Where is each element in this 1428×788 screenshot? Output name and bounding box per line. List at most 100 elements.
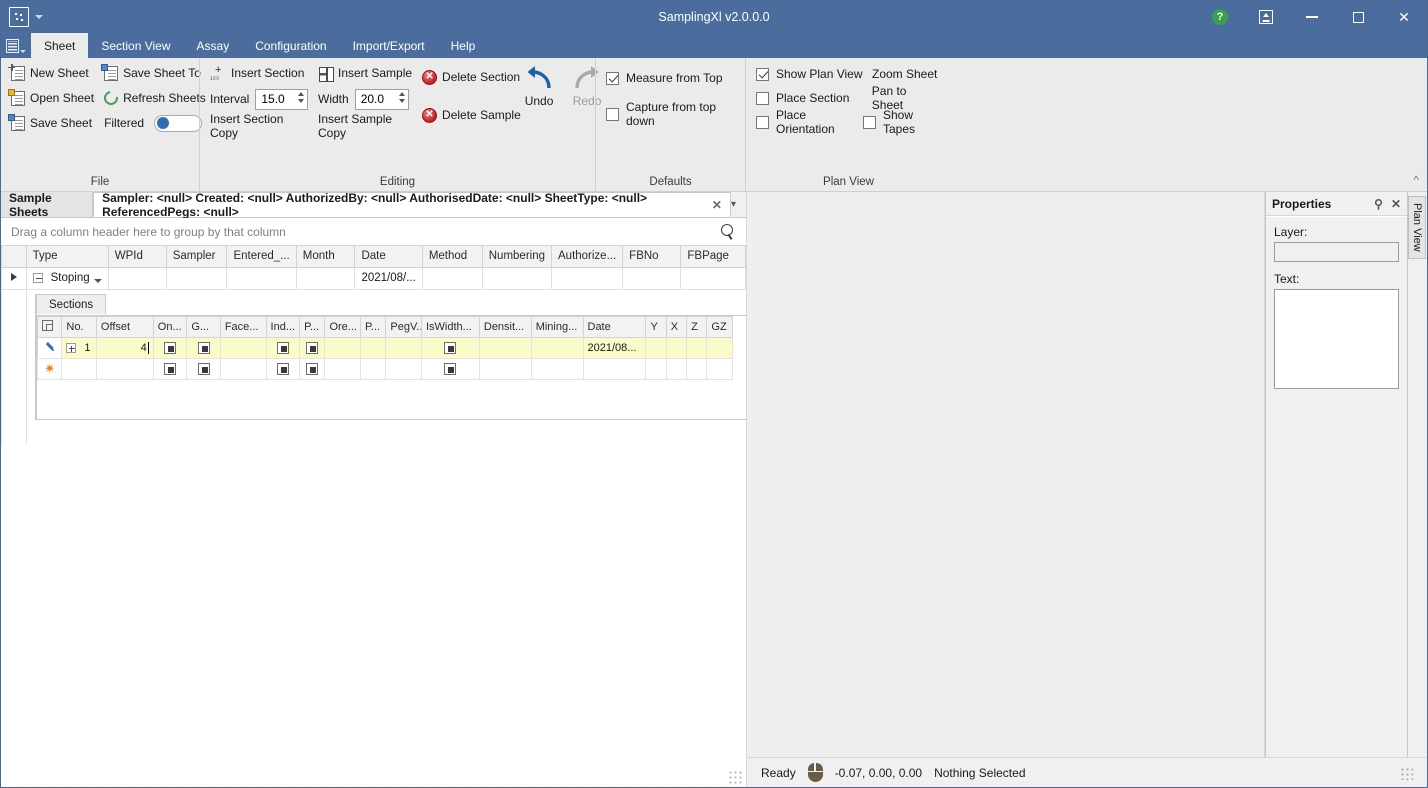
column-header-entered[interactable]: Entered_...	[227, 246, 296, 267]
cell-ind[interactable]	[266, 338, 300, 359]
cell-ind[interactable]	[266, 359, 300, 380]
group-by-bar[interactable]: Drag a column header here to group by th…	[1, 218, 746, 246]
cell-method[interactable]	[422, 267, 482, 289]
capture-from-top-down-row[interactable]: Capture from top down	[602, 102, 739, 126]
maximize-button[interactable]	[1335, 1, 1381, 33]
insert-section-copy-button[interactable]: Insert Section Copy	[206, 114, 312, 138]
cell-sampler[interactable]	[166, 267, 227, 289]
cell-authorize[interactable]	[552, 267, 623, 289]
cell-face[interactable]	[220, 338, 266, 359]
vertical-tab-plan-view[interactable]: Plan View	[1408, 196, 1426, 259]
cell-offset[interactable]: 4	[96, 338, 153, 359]
cell-numbering[interactable]	[482, 267, 551, 289]
cell-fbno[interactable]	[623, 267, 681, 289]
cell-p2[interactable]	[361, 359, 386, 380]
column-header-ore[interactable]: Ore...	[325, 317, 361, 338]
resize-grip[interactable]	[1399, 766, 1413, 780]
column-header-method[interactable]: Method	[422, 246, 482, 267]
checkbox-icon[interactable]	[306, 363, 318, 375]
checkbox-icon[interactable]	[164, 342, 176, 354]
cell-ore[interactable]	[325, 338, 361, 359]
cell-no[interactable]: 1	[62, 338, 97, 359]
cell-p2[interactable]	[361, 338, 386, 359]
doctab-sample-sheets[interactable]: Sample Sheets	[1, 192, 93, 217]
stepper-arrows-icon[interactable]	[399, 92, 405, 103]
column-header-pegv[interactable]: PegV...	[386, 317, 422, 338]
expand-row-icon[interactable]	[33, 273, 43, 283]
collapse-ribbon-button[interactable]: ^	[1413, 173, 1419, 187]
column-header-fbno[interactable]: FBNo	[623, 246, 681, 267]
cell-pegv[interactable]	[386, 338, 422, 359]
checkbox-icon[interactable]	[277, 342, 289, 354]
show-tapes-row[interactable]: Show Tapes	[859, 110, 945, 134]
checkbox-icon[interactable]	[444, 342, 456, 354]
cell-gz[interactable]	[707, 338, 733, 359]
checkbox-icon[interactable]	[164, 363, 176, 375]
quick-access-toolbar[interactable]	[1, 7, 43, 27]
insert-sample-copy-button[interactable]: Insert Sample Copy	[314, 114, 416, 138]
new-sheet-button[interactable]: New Sheet	[7, 62, 98, 84]
show-plan-view-row[interactable]: Show Plan View	[752, 62, 868, 86]
close-icon[interactable]: ✕	[712, 198, 722, 212]
cell-y[interactable]	[646, 359, 666, 380]
cell-density[interactable]	[479, 359, 531, 380]
sheet-icon[interactable]	[9, 7, 29, 27]
column-header-type[interactable]: Type	[26, 246, 108, 267]
minimize-button[interactable]	[1289, 1, 1335, 33]
column-header-ind[interactable]: Ind...	[266, 317, 300, 338]
interval-stepper[interactable]: 15.0	[255, 89, 308, 110]
column-header-date[interactable]: Date	[355, 246, 422, 267]
cell-x[interactable]	[666, 359, 686, 380]
save-sheet-to-button[interactable]: Save Sheet To	[100, 62, 210, 84]
cell-p1[interactable]	[300, 338, 325, 359]
capture-from-top-down-checkbox[interactable]	[606, 108, 619, 121]
doctab-sheet-details[interactable]: Sampler: <null> Created: <null> Authoriz…	[93, 192, 731, 217]
column-header-y[interactable]: Y	[646, 317, 666, 338]
cell-on[interactable]	[153, 338, 187, 359]
ribbon-display-options-button[interactable]	[1243, 1, 1289, 33]
measure-from-top-row[interactable]: Measure from Top	[602, 66, 739, 90]
cell-on[interactable]	[153, 359, 187, 380]
cell-month[interactable]	[296, 267, 355, 289]
close-icon[interactable]: ✕	[1391, 197, 1401, 211]
filtered-toggle[interactable]	[154, 115, 202, 132]
show-plan-view-checkbox[interactable]	[756, 68, 769, 81]
tab-assay[interactable]: Assay	[184, 33, 243, 58]
checkbox-icon[interactable]	[277, 363, 289, 375]
cell-section-date[interactable]: 2021/08...	[583, 338, 646, 359]
cell-no[interactable]	[62, 359, 97, 380]
text-field[interactable]	[1274, 289, 1399, 389]
show-tapes-checkbox[interactable]	[863, 116, 876, 129]
delete-section-button[interactable]: ✕ Delete Section	[418, 66, 516, 88]
cell-mining[interactable]	[531, 338, 583, 359]
expand-row-icon[interactable]	[66, 343, 76, 353]
cell-gz[interactable]	[707, 359, 733, 380]
cell-type[interactable]: Stoping	[26, 267, 108, 289]
cell-x[interactable]	[666, 338, 686, 359]
column-header-mining[interactable]: Mining...	[531, 317, 583, 338]
column-header-g[interactable]: G...	[187, 317, 221, 338]
column-header-sampler[interactable]: Sampler	[166, 246, 227, 267]
resize-grip[interactable]	[728, 770, 742, 784]
cell-z[interactable]	[687, 359, 707, 380]
layer-field[interactable]	[1274, 242, 1399, 262]
place-section-row[interactable]: Place Section	[752, 86, 868, 110]
column-header-month[interactable]: Month	[296, 246, 355, 267]
insert-section-button[interactable]: ₁₂₃ Insert Section	[206, 62, 312, 84]
search-icon[interactable]	[720, 224, 736, 240]
cell-ore[interactable]	[325, 359, 361, 380]
column-header-fbpage[interactable]: FBPage	[681, 246, 746, 267]
place-orientation-row[interactable]: Place Orientation	[752, 110, 859, 134]
tab-help[interactable]: Help	[438, 33, 489, 58]
select-all-icon[interactable]	[42, 320, 53, 331]
column-header-face[interactable]: Face...	[220, 317, 266, 338]
tab-import-export[interactable]: Import/Export	[340, 33, 438, 58]
table-row[interactable]: 1 4	[38, 338, 733, 359]
stepper-arrows-icon[interactable]	[298, 92, 304, 103]
cell-date[interactable]: 2021/08/...	[355, 267, 422, 289]
checkbox-icon[interactable]	[306, 342, 318, 354]
zoom-sheet-button[interactable]: Zoom Sheet	[868, 62, 941, 86]
width-stepper[interactable]: 20.0	[355, 89, 409, 110]
save-sheet-button[interactable]: Save Sheet	[7, 112, 98, 134]
cell-fbpage[interactable]	[681, 267, 746, 289]
